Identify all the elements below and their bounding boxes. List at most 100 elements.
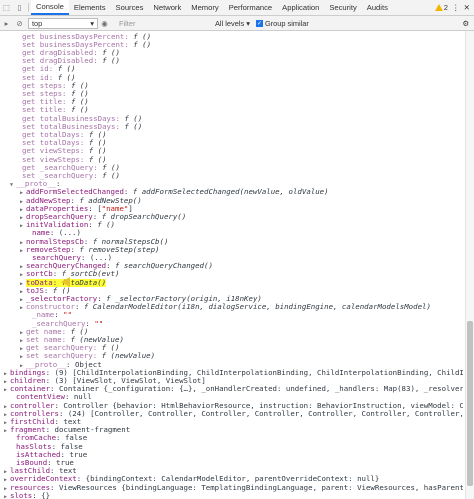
console-property-row[interactable]: ▶ slots: {}	[0, 492, 463, 499]
token: initValidation	[26, 221, 89, 230]
log-levels-dropdown[interactable]: All levels ▾	[215, 19, 250, 28]
clear-console-icon[interactable]: ⊘	[13, 19, 26, 28]
property-text: children: (3) [ViewSlot, ViewSlot, ViewS…	[10, 377, 206, 385]
token: constructor	[26, 303, 75, 312]
filter-input[interactable]: Filter	[119, 18, 209, 29]
console-property-row[interactable]: ▶ container: Container {_configuration: {…	[0, 385, 463, 393]
property-text: get businessDaysPercent: f ()	[22, 33, 151, 41]
property-text: set steps: f ()	[22, 90, 89, 98]
property-text: __proto__:	[16, 180, 61, 188]
tab-console[interactable]: Console	[31, 0, 69, 15]
context-selector[interactable]: top ▾	[28, 17, 98, 29]
token: f ()	[88, 130, 107, 139]
tab-elements[interactable]: Elements	[69, 0, 111, 15]
token: set businessDaysPercent:	[22, 40, 134, 49]
console-property-row[interactable]: ▶ controller: Controller {behavior: HtmlB…	[0, 402, 463, 410]
console-property-row[interactable]: ▶ dataProperties: ["name"]	[0, 205, 463, 213]
tab-memory[interactable]: Memory	[186, 0, 223, 15]
property-text: removeStep: f removeStep(step)	[26, 246, 160, 254]
more-options-icon[interactable]: ⋮	[452, 3, 460, 12]
token: f dropSearchQuery()	[101, 212, 187, 221]
console-property-row[interactable]: ▶ searchQueryChanged: f searchQueryChange…	[0, 262, 463, 270]
inspect-icon[interactable]: ⬚	[0, 0, 13, 15]
console-property-row[interactable]: ▶ get searchQuery: f ()	[0, 344, 463, 352]
token: controllers	[10, 409, 59, 418]
console-property-row[interactable]: ▶ dropSearchQuery: f dropSearchQuery()	[0, 213, 463, 221]
console-property-row[interactable]: ▼ __proto__:	[0, 180, 463, 188]
settings-gear-icon[interactable]: ⚙	[462, 19, 469, 28]
property-text: set name: f (newValue)	[26, 336, 124, 344]
context-label: top	[32, 18, 43, 28]
token: : [	[88, 204, 102, 213]
console-property-row[interactable]: ▶ firstChild: text	[0, 418, 463, 426]
tab-sources[interactable]: Sources	[111, 0, 149, 15]
token: controller	[10, 401, 55, 410]
console-property-row[interactable]: ▶ constructor: f CalendarModelEditor(i18n…	[0, 303, 463, 311]
console-property-row[interactable]: ▶ normalStepsCb: f normalStepsCb()	[0, 238, 463, 246]
console-property-row[interactable]: ▶ __proto__: Object	[0, 361, 463, 369]
console-property-row[interactable]: ▶ controllers: (24) [Controller, Controll…	[0, 410, 463, 418]
token: set dragDisabled:	[22, 57, 103, 66]
tab-application[interactable]: Application	[277, 0, 324, 15]
console-property-row[interactable]: ▶ set searchQuery: f (newValue)	[0, 352, 463, 360]
console-property-row[interactable]: ▶ toJS: f ()	[0, 287, 463, 295]
token: slots	[10, 491, 33, 499]
eye-icon[interactable]: ◉	[98, 19, 111, 28]
token: : false	[51, 442, 83, 451]
token: isAttached	[16, 450, 61, 459]
console-property-row[interactable]: ▶ set name: f (newValue)	[0, 336, 463, 344]
console-property-row: isAttached: true	[0, 451, 463, 459]
token: f ()	[102, 171, 120, 180]
console-sidebar-icon[interactable]: ▸	[0, 19, 13, 28]
property-text: contentView: null	[16, 393, 92, 401]
console-property-row[interactable]: ▶ addNewStep: f addNewStep()	[0, 197, 463, 205]
console-property-row[interactable]: ▶ _selectorFactory: f _selectorFactory(or…	[0, 295, 463, 303]
console-scrollbar[interactable]	[465, 31, 474, 499]
token: : {}	[32, 491, 51, 499]
property-text: get viewSteps: f ()	[22, 147, 107, 155]
token: f ()	[70, 89, 89, 98]
property-text: get totalDays: f ()	[22, 131, 107, 139]
tab-network[interactable]: Network	[148, 0, 186, 15]
console-property-row: get viewSteps: f ()	[0, 147, 463, 155]
console-property-row[interactable]: ▶ children: (3) [ViewSlot, ViewSlot, View…	[0, 377, 463, 385]
property-text: firstChild: text	[10, 418, 81, 426]
token: :	[92, 212, 102, 221]
token: get title:	[22, 98, 71, 107]
warnings-counter[interactable]: 2	[434, 3, 448, 12]
console-property-row[interactable]: ▶ lastChild: text	[0, 467, 463, 475]
console-property-row[interactable]: ▶ overrideContext: {bindingContext: Calen…	[0, 475, 463, 483]
property-text: resources: ViewResources {bindingLanguag…	[10, 484, 463, 492]
tab-security[interactable]: Security	[324, 0, 361, 15]
checkbox-checked-icon[interactable]: ✓	[255, 19, 263, 27]
group-similar-toggle[interactable]: ✓ Group similar	[255, 19, 309, 28]
console-property-row[interactable]: ▶ initValidation: f ()	[0, 221, 463, 229]
token: f ()	[133, 40, 152, 49]
scrollbar-thumb[interactable]	[467, 321, 473, 486]
token: __proto__	[26, 360, 67, 369]
console-property-row[interactable]: ▶ removeStep: f removeStep(step)	[0, 246, 463, 254]
console-property-row: hasSlots: false	[0, 443, 463, 451]
token: : Container {_configuration: {…}, _onHan…	[50, 385, 463, 394]
console-property-row: get steps: f ()	[0, 82, 463, 90]
console-output[interactable]: get businessDaysPercent: f () set busines…	[0, 31, 474, 499]
token: f sortCb(evt)	[61, 270, 120, 279]
token: set searchQuery:	[26, 352, 102, 361]
property-text: _name: ""	[32, 311, 72, 319]
token: : document-fragment	[45, 426, 131, 435]
device-toolbar-icon[interactable]: ▯	[13, 0, 26, 15]
tab-audits[interactable]: Audits	[362, 0, 393, 15]
property-text: get dragDisabled: f ()	[22, 49, 120, 57]
tab-performance[interactable]: Performance	[224, 0, 277, 15]
console-property-row[interactable]: ▶ addFormSelectedChanged: f addFormSelect…	[0, 188, 463, 196]
console-property-row: get totalDays: f ()	[0, 131, 463, 139]
property-text: fromCache: false	[16, 434, 87, 442]
property-text: isBound: true	[16, 459, 74, 467]
close-icon[interactable]: ✕	[464, 3, 470, 12]
console-property-row: set businessDaysPercent: f ()	[0, 41, 463, 49]
console-property-row[interactable]: ▶ resources: ViewResources {bindingLangua…	[0, 484, 463, 492]
console-property-row[interactable]: ▶ bindings: (9) [ChildInterpolationBindin…	[0, 369, 463, 377]
console-property-row[interactable]: ▶ fragment: document-fragment	[0, 426, 463, 434]
console-property-row[interactable]: ▶ get name: f ()	[0, 328, 463, 336]
token: f (newValue)	[101, 352, 156, 361]
